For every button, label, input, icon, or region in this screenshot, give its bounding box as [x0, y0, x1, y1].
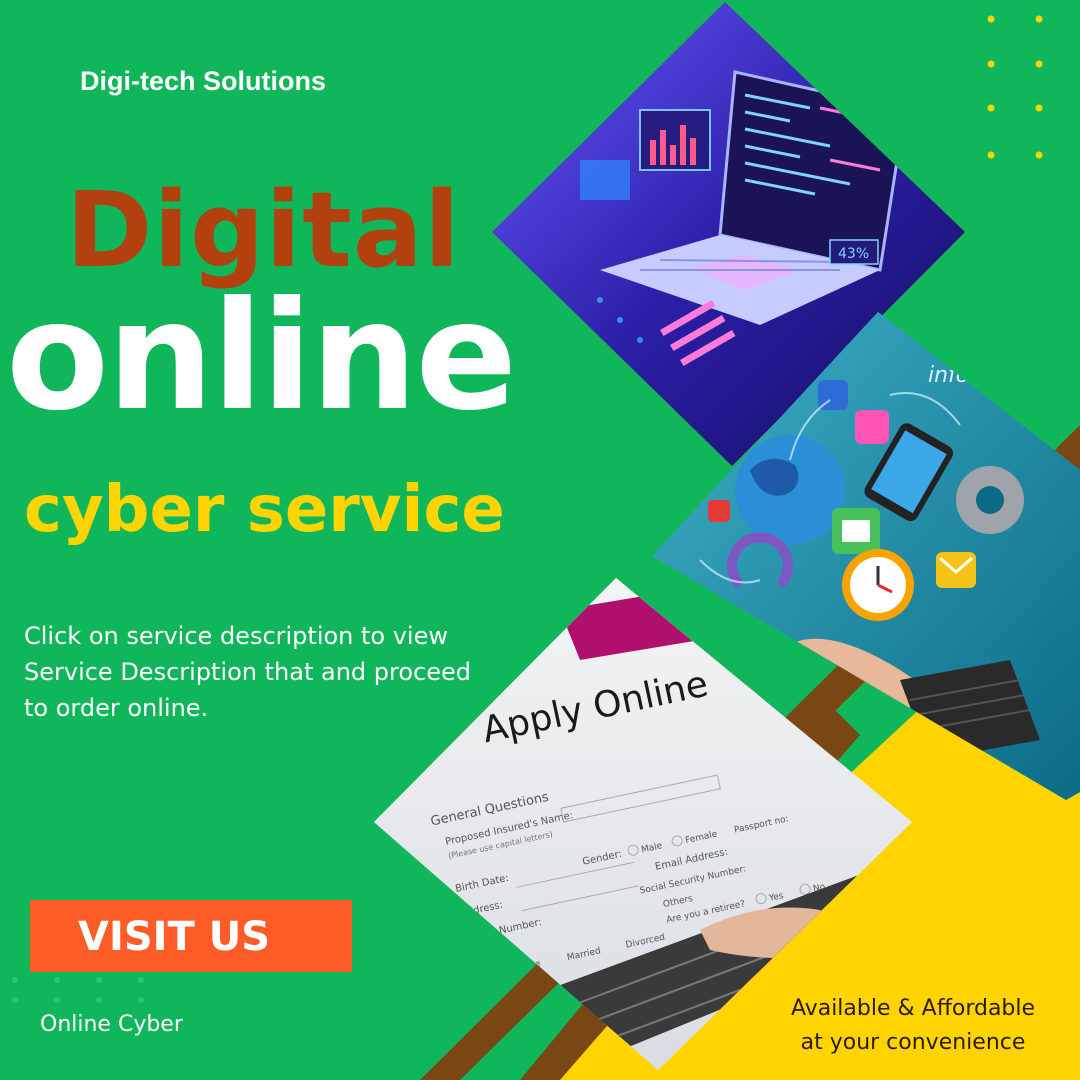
headline-cyber-service: cyber service: [24, 473, 505, 547]
dots-top-right: [987, 15, 1043, 159]
footer-online-cyber: Online Cyber: [40, 1012, 183, 1037]
visit-us-label: VISIT US: [78, 914, 271, 960]
tagline: Available & Affordable at your convenien…: [758, 992, 1068, 1060]
tagline-line-1: Available & Affordable: [790, 996, 1036, 1021]
headline-digital: Digital: [66, 169, 461, 291]
headline-online: online: [6, 270, 517, 444]
brand-name: Digi-tech Solutions: [80, 66, 326, 96]
network-overlay-text: infor: [928, 363, 980, 388]
poster: 43% infor Apply Online General Questions…: [0, 0, 1080, 1080]
laptop-percent-text: 43%: [838, 246, 869, 262]
tagline-line-2: at your convenience: [800, 1030, 1026, 1055]
service-description: Click on service description to view Ser…: [24, 622, 472, 722]
dots-bottom-left: [12, 977, 144, 1003]
visit-us-button[interactable]: VISIT US: [30, 900, 352, 972]
